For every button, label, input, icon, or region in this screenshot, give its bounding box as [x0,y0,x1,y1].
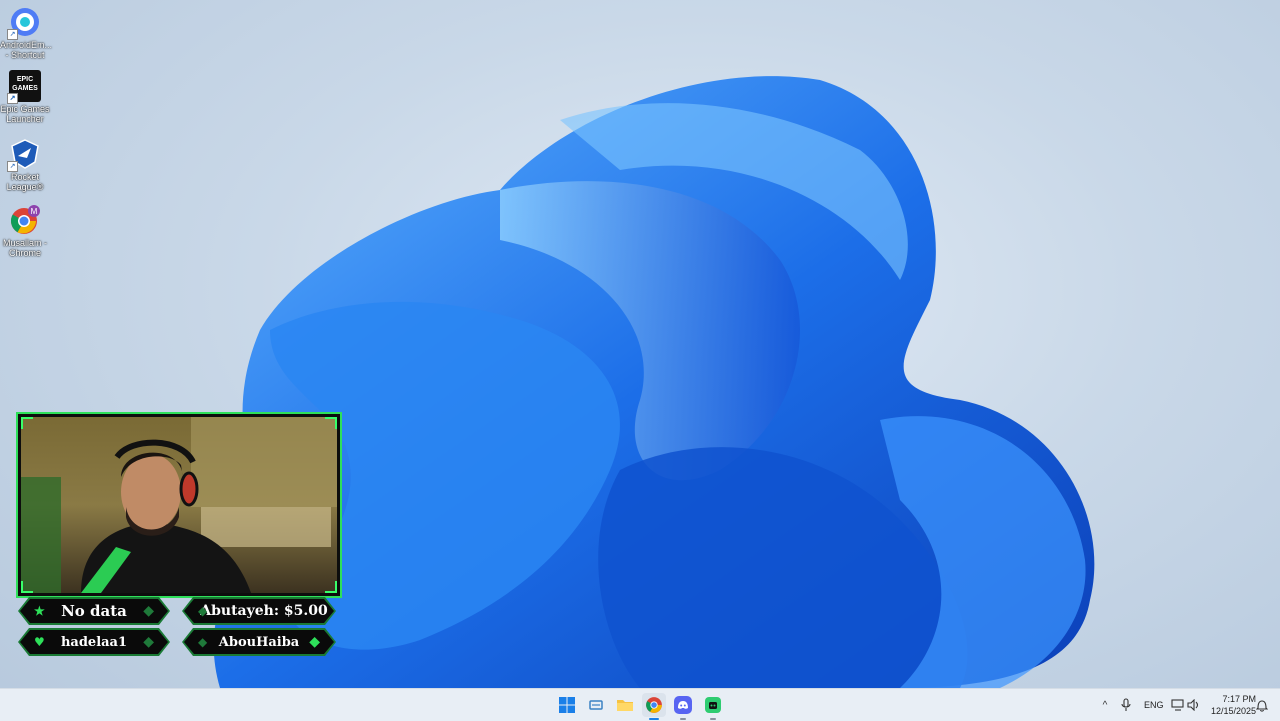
desktop-icon-chrome-profile[interactable]: M Musallam - Chrome [0,204,50,258]
heart-icon: ♥ [34,635,45,649]
desktop-icon-label: Rocket League® [6,172,44,192]
app-taskbar-button[interactable] [701,693,725,720]
epic-games-icon: EPIC GAMES ↗ [7,70,41,104]
bell-icon [1256,699,1268,712]
folder-icon [617,700,633,711]
decor-icon: ◆ [143,634,154,650]
latest-subscriber-badge: ♥ hadelaa1 ◆ [20,630,168,654]
desktop-icon-label: Musallam - Chrome [2,238,47,258]
task-view-icon [589,700,603,710]
shortcut-arrow-icon: ↗ [7,29,18,40]
top-supporter-badge: ◆ AbouHaiba ◆ [184,630,334,654]
clock-time: 7:17 PM [1222,694,1256,704]
badge-text: Abutayeh: $5.00 [200,603,328,619]
chrome-profile-icon: M [9,204,41,236]
chrome-icon [646,697,662,713]
start-button[interactable] [555,693,579,717]
frame-corner [21,417,33,429]
latest-donation-badge: ◆ Abutayeh: $5.00 [184,599,334,623]
diamond-icon: ◆ [309,634,320,650]
discord-taskbar-button[interactable] [671,693,695,720]
diamond-icon: ◆ [198,604,208,618]
badge-text: No data [61,602,127,620]
clock-date: 12/15/2025 [1210,706,1256,716]
android-emulator-icon: ↗ [7,6,41,40]
discord-icon [674,696,692,714]
latest-follower-badge: ★ No data ◆ [20,599,168,623]
taskbar: ^ ENG 7:17 PM 12/15/2025 [0,688,1280,721]
chrome-taskbar-button[interactable] [642,693,666,720]
desktop-icon-label: AndroidEm... - Shortcut [0,40,53,60]
frame-corner [325,417,337,429]
star-icon: ★ [34,604,45,618]
desktop-icon-rocket-league[interactable]: ↗ Rocket League® [0,138,50,192]
microphone-button[interactable] [1114,693,1138,717]
badge-text: AbouHaiba [218,634,300,650]
decor-icon: ◆ [143,603,154,619]
profile-initial: M [31,207,38,216]
badge-text: hadelaa1 [60,634,128,650]
webcam-feed [18,414,340,596]
task-view-button[interactable] [584,693,608,717]
desktop-icon-android-emulator[interactable]: ↗ AndroidEm... - Shortcut [0,6,53,60]
shortcut-arrow-icon: ↗ [7,93,18,104]
frame-corner [21,581,33,593]
notifications-button[interactable] [1250,693,1274,717]
rocket-league-icon: ↗ [7,138,41,172]
app-icon [705,697,721,713]
diamond-icon: ◆ [198,635,208,649]
frame-corner [325,581,337,593]
webcam-image [21,417,337,593]
language-indicator[interactable]: ENG [1144,700,1164,710]
microphone-icon [1121,698,1131,711]
file-explorer-button[interactable] [613,693,637,717]
clock-button[interactable]: 7:17 PM 12/15/2025 [1204,693,1256,717]
desktop-icon-label: Epic Games Launcher [0,104,50,124]
windows-icon [559,697,575,713]
volume-button[interactable] [1182,693,1206,717]
chevron-up-icon: ^ [1102,699,1108,711]
shortcut-arrow-icon: ↗ [7,161,18,172]
desktop-icon-epic-games[interactable]: EPIC GAMES ↗ Epic Games Launcher [0,70,50,124]
speaker-icon [1187,699,1199,711]
epic-games-logo-text: EPIC GAMES [12,76,38,92]
